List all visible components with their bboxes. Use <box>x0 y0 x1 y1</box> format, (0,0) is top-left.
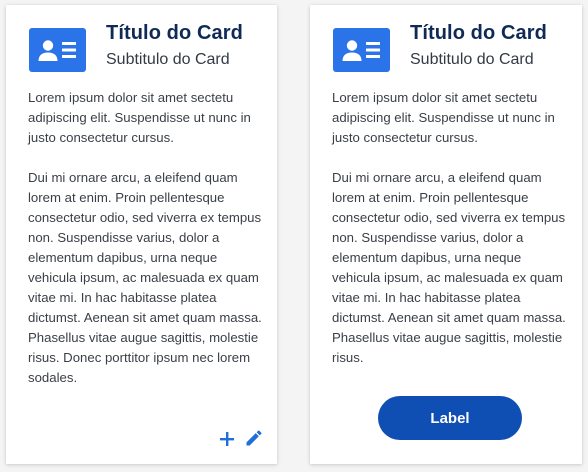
card-subtitle: Subtitulo do Card <box>410 51 534 68</box>
card: Título do Card Subtitulo do Card Lorem i… <box>310 5 582 464</box>
card-body: Lorem ipsum dolor sit amet sectetu adipi… <box>332 88 568 368</box>
card: Título do Card Subtitulo do Card Lorem i… <box>6 5 277 464</box>
card-paragraph: Dui mi ornare arcu, a eleifend quam lore… <box>28 170 262 385</box>
cards-area: Título do Card Subtitulo do Card Lorem i… <box>0 0 588 472</box>
contact-card-icon <box>29 28 86 72</box>
label-button[interactable]: Label <box>378 396 522 440</box>
contact-card-icon <box>333 28 390 72</box>
card-title: Título do Card <box>410 22 547 44</box>
card-actions <box>217 429 265 451</box>
card-paragraph: Lorem ipsum dolor sit amet sectetu adipi… <box>28 90 251 145</box>
pencil-icon[interactable] <box>244 428 264 448</box>
card-paragraph: Dui mi ornare arcu, a eleifend quam lore… <box>332 170 566 365</box>
plus-icon[interactable] <box>217 429 237 449</box>
card-title: Título do Card <box>106 22 243 44</box>
card-body: Lorem ipsum dolor sit amet sectetu adipi… <box>28 88 264 388</box>
card-subtitle: Subtitulo do Card <box>106 51 230 68</box>
card-paragraph: Lorem ipsum dolor sit amet sectetu adipi… <box>332 90 555 145</box>
